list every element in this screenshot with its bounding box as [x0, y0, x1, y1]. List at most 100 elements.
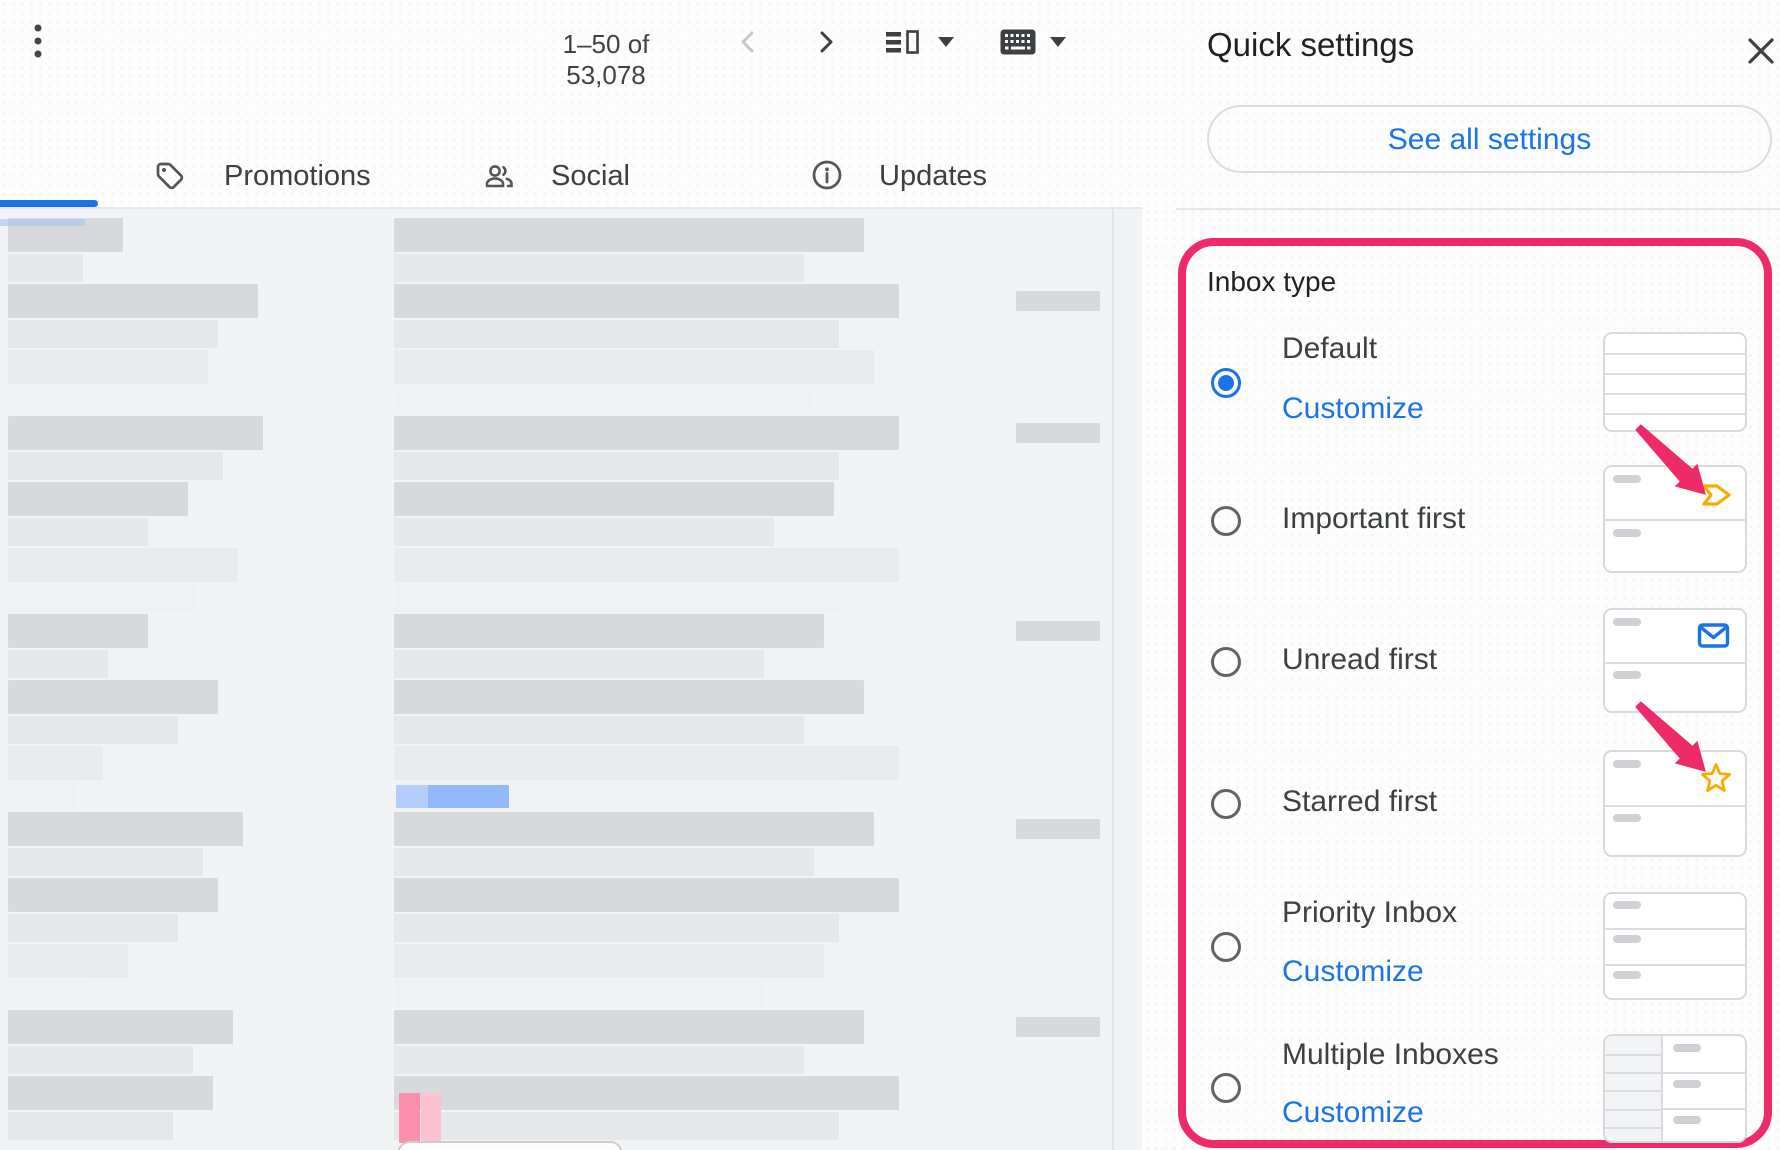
redacted-row-bar	[8, 650, 108, 678]
chevron-down-icon[interactable]	[1050, 37, 1066, 47]
chevron-down-icon[interactable]	[938, 37, 954, 47]
inbox-option-unread-first-radio[interactable]	[1211, 647, 1241, 677]
pagination-count: 1–50 of 53,078	[520, 29, 692, 91]
redacted-row-bar	[394, 350, 874, 384]
redacted-row-bar	[394, 650, 764, 678]
redacted-row-bar	[8, 350, 208, 384]
redacted-row-bar	[1016, 819, 1100, 839]
redacted-row-bar	[8, 1076, 213, 1110]
inbox-option-starred-first-label[interactable]: Starred first	[1282, 785, 1437, 819]
redacted-red-block	[399, 1093, 420, 1143]
redacted-row-bar	[394, 1112, 839, 1140]
inbox-option-multiple-inboxes-radio[interactable]	[1211, 1073, 1241, 1103]
redacted-row-bar	[8, 584, 198, 612]
info-icon	[810, 158, 846, 194]
redacted-row-bar	[394, 518, 774, 546]
inbox-option-important-first-radio[interactable]	[1211, 506, 1241, 536]
inbox-option-priority-inbox-customize-link[interactable]: Customize	[1282, 955, 1424, 989]
inbox-option-multiple-inboxes-customize-link[interactable]: Customize	[1282, 1096, 1424, 1130]
redacted-row-bar	[394, 746, 899, 780]
redacted-row-bar	[394, 812, 874, 846]
redacted-row-bar	[8, 548, 238, 582]
redacted-row-bar	[8, 284, 258, 318]
redacted-row-bar	[394, 716, 804, 744]
tag-icon	[152, 158, 188, 194]
redacted-row-bar	[394, 386, 814, 414]
inbox-option-multiple-inboxes-label[interactable]: Multiple Inboxes	[1282, 1038, 1499, 1072]
redacted-row-bar	[394, 878, 899, 912]
redacted-row-bar	[8, 386, 168, 414]
redacted-fragment	[0, 219, 85, 226]
tab-updates[interactable]: Updates	[879, 160, 987, 193]
redacted-row-bar	[8, 320, 218, 348]
inbox-option-unread-first-label[interactable]: Unread first	[1282, 643, 1437, 677]
chevron-left-icon[interactable]	[738, 30, 756, 54]
redacted-row-bar	[8, 812, 243, 846]
annotation-arrow-icon	[1632, 698, 1712, 778]
redacted-row-bar	[8, 848, 203, 876]
keyboard-icon[interactable]	[1000, 29, 1036, 55]
redacted-row-bar	[394, 584, 839, 612]
redacted-row-bar	[8, 482, 188, 516]
selected-row-highlight	[396, 785, 428, 808]
redacted-row-bar	[1016, 423, 1100, 443]
inbox-option-priority-inbox-thumbnail	[1603, 892, 1747, 1000]
active-tab-indicator	[0, 200, 98, 207]
redacted-row-bar	[8, 416, 263, 450]
close-icon[interactable]	[1745, 35, 1777, 67]
redacted-row-bar	[8, 716, 178, 744]
redacted-row-bar	[1016, 621, 1100, 641]
people-icon	[482, 158, 518, 194]
redacted-row-bar	[8, 944, 128, 978]
horizontal-scroll-indicator[interactable]	[397, 1141, 623, 1150]
redacted-row-bar	[394, 320, 839, 348]
redacted-row-bar	[8, 680, 218, 714]
redacted-red-block	[421, 1093, 441, 1143]
see-all-settings-button[interactable]: See all settings	[1207, 105, 1772, 173]
inbox-option-priority-inbox-label[interactable]: Priority Inbox	[1282, 896, 1457, 930]
redacted-row-bar	[8, 452, 223, 480]
redacted-row-bar	[8, 914, 178, 942]
panel-header-divider	[1176, 208, 1780, 210]
redacted-row-bar	[394, 914, 839, 942]
redacted-row-bar	[8, 980, 88, 1008]
redacted-row-bar	[394, 1076, 899, 1110]
redacted-row-bar	[394, 284, 899, 318]
redacted-row-bar	[394, 218, 864, 252]
redacted-row-bar	[394, 680, 864, 714]
more-vertical-icon[interactable]	[31, 22, 45, 62]
inbox-type-heading: Inbox type	[1207, 266, 1336, 298]
redacted-row-bar	[8, 878, 218, 912]
inbox-option-default-radio[interactable]	[1211, 368, 1241, 398]
redacted-row-bar	[394, 1046, 804, 1074]
redacted-row-bar	[8, 1010, 233, 1044]
envelope-icon	[1697, 622, 1731, 650]
inbox-option-default-label[interactable]: Default	[1282, 332, 1377, 366]
inbox-option-important-first-label[interactable]: Important first	[1282, 502, 1465, 536]
annotation-arrow-icon	[1632, 421, 1712, 501]
inbox-option-starred-first-radio[interactable]	[1211, 789, 1241, 819]
tab-social[interactable]: Social	[551, 160, 630, 193]
inbox-option-default-customize-link[interactable]: Customize	[1282, 392, 1424, 426]
redacted-row-bar	[8, 614, 148, 648]
redacted-row-bar	[8, 782, 78, 810]
redacted-row-bar	[1016, 291, 1100, 311]
redacted-row-bar	[1016, 1017, 1100, 1037]
inbox-option-default-thumbnail	[1603, 332, 1747, 432]
redacted-row-bar	[8, 746, 103, 780]
list-edge-divider	[1112, 209, 1114, 1150]
inbox-option-priority-inbox-radio[interactable]	[1211, 932, 1241, 962]
redacted-row-bar	[394, 482, 834, 516]
email-list-redacted[interactable]	[0, 209, 1142, 1150]
redacted-row-bar	[394, 548, 899, 582]
redacted-row-bar	[8, 518, 148, 546]
tab-promotions[interactable]: Promotions	[224, 160, 371, 193]
redacted-row-bar	[8, 1112, 173, 1140]
chevron-right-icon[interactable]	[818, 30, 836, 54]
redacted-row-bar	[394, 452, 839, 480]
split-view-icon[interactable]	[886, 30, 920, 54]
redacted-row-bar	[394, 254, 804, 282]
panel-title: Quick settings	[1207, 26, 1414, 64]
redacted-row-bar	[394, 944, 824, 978]
redacted-row-bar	[394, 614, 824, 648]
